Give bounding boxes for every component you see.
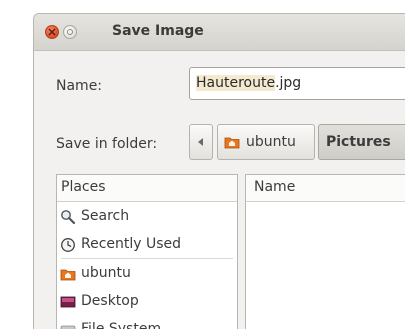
place-item-file-system[interactable]: File System [57,315,237,329]
save-in-folder-label: Save in folder: [56,136,158,152]
save-image-dialog: Save Image Name: Hauteroute.jpg Save in … [33,13,405,329]
path-button-ubuntu[interactable]: ubuntu [217,124,315,160]
home-folder-icon [60,269,76,281]
desktop-icon [60,296,76,308]
path-button-label: ubuntu [246,134,296,150]
place-item-search[interactable]: Search [57,202,237,230]
place-item-ubuntu[interactable]: ubuntu [57,259,237,287]
place-label: Desktop [81,293,139,309]
search-icon [61,210,76,225]
name-column-header[interactable]: Name [246,175,405,202]
place-label: Recently Used [81,236,182,252]
places-sidebar: Places Search Recently Used ubuntu Deskt… [56,174,238,329]
path-button-pictures[interactable]: Pictures [318,124,405,160]
minimize-button[interactable] [63,25,77,39]
path-scroll-left-button[interactable] [189,124,213,160]
close-icon [48,28,56,36]
filename-selected-text: Hauteroute [196,75,276,91]
place-item-recently-used[interactable]: Recently Used [57,230,237,258]
filename-extension: .jpg [275,75,302,91]
places-column-header[interactable]: Places [57,175,237,202]
home-folder-icon [224,137,240,149]
filename-input[interactable]: Hauteroute.jpg [189,67,405,100]
file-list: Name [245,174,405,329]
place-item-desktop[interactable]: Desktop [57,287,237,315]
title-bar[interactable]: Save Image [34,14,405,51]
place-label: ubuntu [81,265,131,281]
close-button[interactable] [45,25,59,39]
place-label: Search [81,208,130,224]
recent-icon [61,238,75,252]
name-label: Name: [56,78,103,94]
window-title: Save Image [112,23,204,39]
